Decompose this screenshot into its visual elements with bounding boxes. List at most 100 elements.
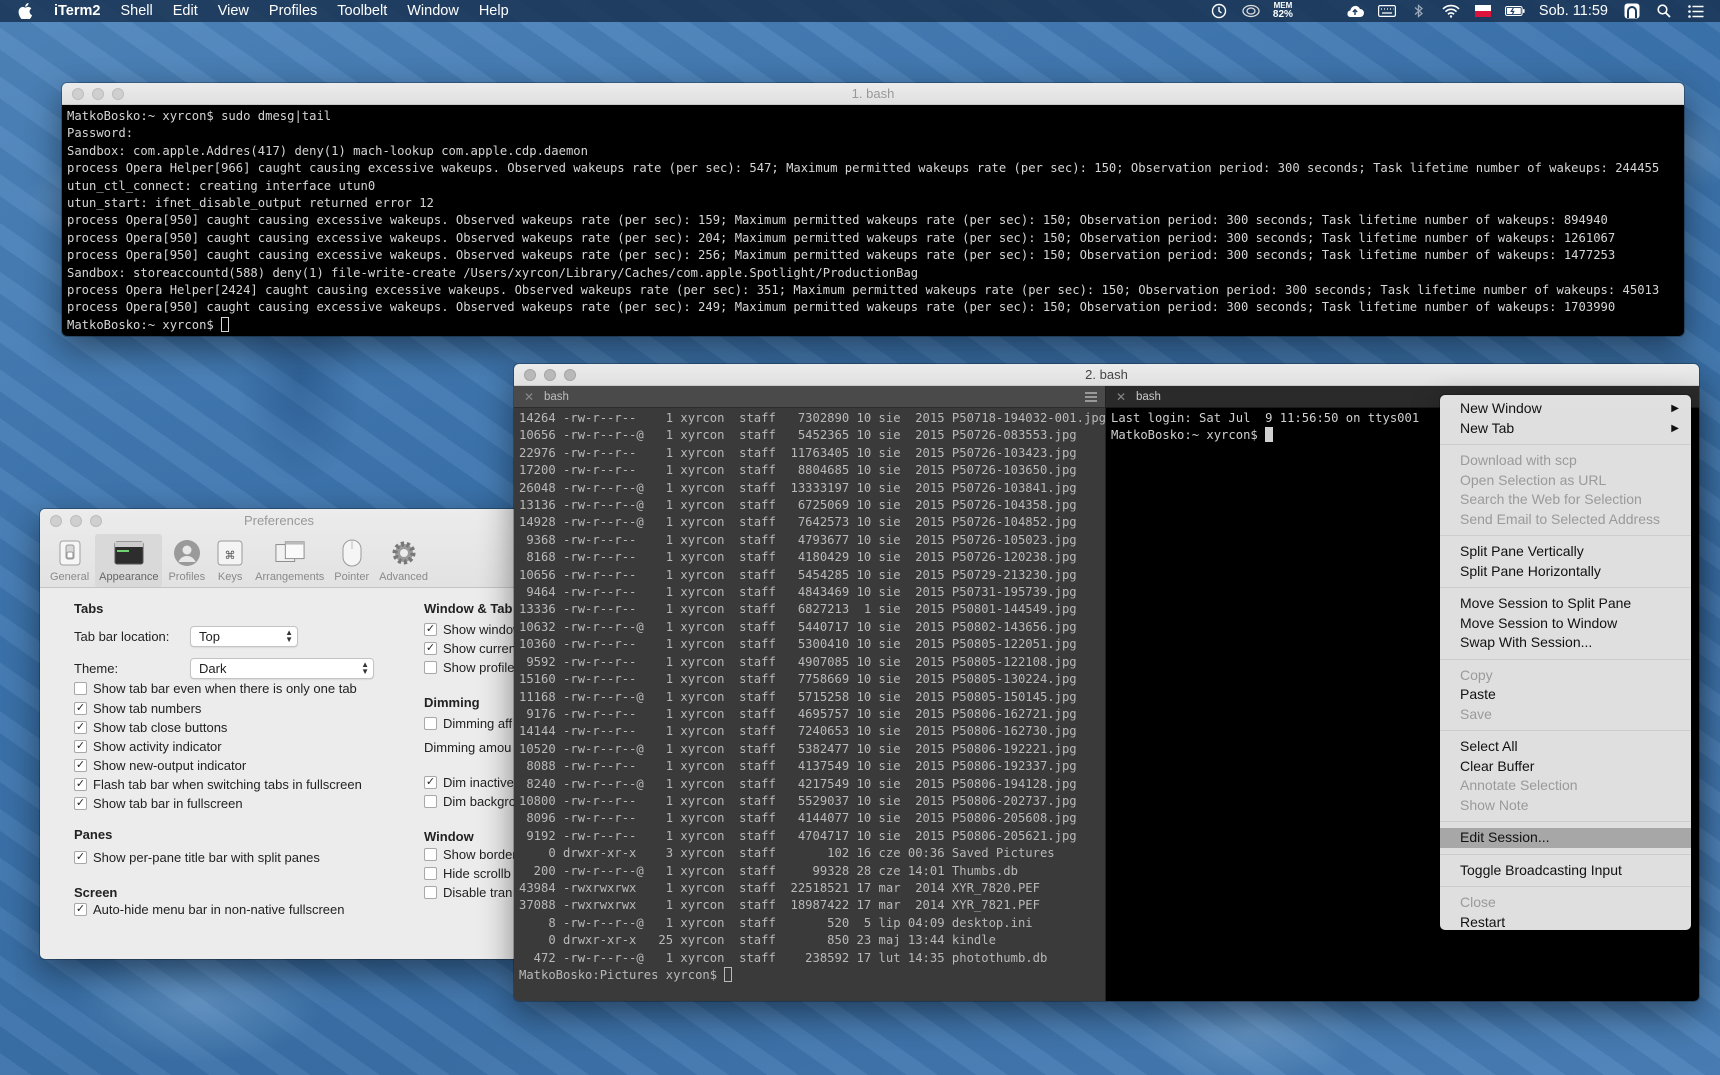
checkbox[interactable] <box>74 682 87 695</box>
file-listing-line: 8240 -rw-r--r--@ 1 xyrcon staff 4217549 … <box>519 776 1077 791</box>
tab-bar-location-select[interactable]: Top ▲ ▼ <box>190 626 298 647</box>
menubar-clock[interactable]: Sob. 11:59 <box>1539 3 1608 19</box>
tab-option-checkbox-row[interactable]: Show tab bar even when there is only one… <box>74 681 357 696</box>
checkbox[interactable]: ✓ <box>74 721 87 734</box>
checkbox[interactable] <box>424 661 437 674</box>
checkbox[interactable]: ✓ <box>74 903 87 916</box>
tab-option-checkbox-row[interactable]: ✓ Show new-output indicator <box>74 758 246 773</box>
checkbox[interactable] <box>424 717 437 730</box>
checkbox[interactable]: ✓ <box>74 851 87 864</box>
close-pane-icon[interactable]: ✕ <box>1116 386 1126 408</box>
minimize-button[interactable] <box>92 88 104 100</box>
spotlight-search-icon[interactable] <box>1654 3 1674 19</box>
terminal-output[interactable]: MatkoBosko:~ xyrcon$ sudo dmesg|tail Pass… <box>62 105 1684 336</box>
window-titlebar[interactable]: 1. bash <box>62 83 1684 105</box>
checkbox[interactable] <box>424 867 437 880</box>
checkbox[interactable]: ✓ <box>74 797 87 810</box>
tab-profiles[interactable]: Profiles <box>164 534 209 587</box>
creative-cloud-icon[interactable] <box>1241 3 1261 19</box>
keyboard-icon[interactable] <box>1377 3 1397 19</box>
tab-pointer[interactable]: Pointer <box>330 534 373 587</box>
checkbox[interactable]: ✓ <box>424 642 437 655</box>
menu-view[interactable]: View <box>208 0 259 22</box>
theme-select[interactable]: Dark ▲ ▼ <box>190 658 374 679</box>
cloud-upload-icon[interactable] <box>1345 3 1365 19</box>
checkbox[interactable]: ✓ <box>74 778 87 791</box>
menu-shell[interactable]: Shell <box>110 0 162 22</box>
tab-option-checkbox-row[interactable]: ✓ Show tab numbers <box>74 701 201 716</box>
zoom-button[interactable] <box>112 88 124 100</box>
tab-arrangements[interactable]: Arrangements <box>251 534 328 587</box>
menu-item-select-all[interactable]: Select All <box>1440 737 1691 757</box>
close-button[interactable] <box>72 88 84 100</box>
file-listing-line: 9192 -rw-r--r-- 1 xyrcon staff 4704717 1… <box>519 828 1077 843</box>
window-option-checkbox-row[interactable]: Hide scrollb <box>424 866 511 881</box>
menu-item-new-window[interactable]: New Window ▶ <box>1440 399 1691 419</box>
menu-edit[interactable]: Edit <box>163 0 208 22</box>
checkbox[interactable]: ✓ <box>74 702 87 715</box>
checkbox[interactable] <box>424 795 437 808</box>
menu-item-new-tab[interactable]: New Tab ▶ <box>1440 419 1691 439</box>
file-listing-line: 14264 -rw-r--r-- 1 xyrcon staff 7302890 … <box>519 411 1105 425</box>
checkbox[interactable] <box>424 886 437 899</box>
checkbox[interactable]: ✓ <box>74 759 87 772</box>
pane-menu-icon[interactable] <box>1085 392 1097 402</box>
dim-option-checkbox-row[interactable]: Dim backgro <box>424 794 516 809</box>
dim-option-checkbox-row[interactable]: ✓ Dim inactive <box>424 775 514 790</box>
wifi-icon[interactable] <box>1441 3 1461 19</box>
menu-item-move-session-to-split-pane[interactable]: Move Session to Split Pane <box>1440 594 1691 614</box>
tab-option-checkbox-row[interactable]: ✓ Show activity indicator <box>74 739 222 754</box>
minimize-button[interactable] <box>544 369 556 381</box>
memory-monitor[interactable]: MEM 82% <box>1273 2 1293 20</box>
menu-help[interactable]: Help <box>469 0 519 22</box>
close-button[interactable] <box>524 369 536 381</box>
zoom-button[interactable] <box>564 369 576 381</box>
window-tab-option-checkbox-row[interactable]: ✓ Show current <box>424 641 518 656</box>
menu-app-iterm2[interactable]: iTerm2 <box>40 0 110 22</box>
menu-item-restart[interactable]: Restart <box>1440 913 1691 933</box>
checkbox[interactable]: ✓ <box>424 776 437 789</box>
menu-item-split-pane-vertically[interactable]: Split Pane Vertically <box>1440 542 1691 562</box>
tab-general[interactable]: General <box>46 534 93 587</box>
menu-item-swap-with-session[interactable]: Swap With Session... <box>1440 633 1691 653</box>
tab-option-checkbox-row[interactable]: ✓ Flash tab bar when switching tabs in fu… <box>74 777 362 792</box>
tab-option-checkbox-row[interactable]: ✓ Show tab close buttons <box>74 720 227 735</box>
menu-item-toggle-broadcasting-input[interactable]: Toggle Broadcasting Input <box>1440 861 1691 881</box>
pane-title-bar[interactable]: ✕ bash <box>514 386 1105 408</box>
auto-hide-menu-bar-checkbox[interactable]: ✓ Auto-hide menu bar in non-native fulls… <box>74 902 344 917</box>
window-option-checkbox-row[interactable]: Disable tran <box>424 885 512 900</box>
dimming-affects-checkbox[interactable]: Dimming aff <box>424 716 512 731</box>
menu-item-split-pane-horizontally[interactable]: Split Pane Horizontally <box>1440 562 1691 582</box>
checkbox[interactable] <box>424 848 437 861</box>
checkbox-label: Show tab bar in fullscreen <box>93 796 243 811</box>
battery-icon[interactable] <box>1504 3 1525 19</box>
checkbox[interactable]: ✓ <box>74 740 87 753</box>
tab-option-checkbox-row[interactable]: ✓ Show tab bar in fullscreen <box>74 796 243 811</box>
tab-advanced[interactable]: Advanced <box>375 534 432 587</box>
window-tab-option-checkbox-row[interactable]: Show profile <box>424 660 515 675</box>
per-pane-title-bar-checkbox[interactable]: ✓ Show per-pane title bar with split pan… <box>74 850 320 865</box>
checkbox-label: Show border <box>443 847 517 862</box>
apple-menu-icon[interactable] <box>18 0 40 22</box>
window-tab-option-checkbox-row[interactable]: ✓ Show window <box>424 622 518 637</box>
window-option-checkbox-row[interactable]: Show border <box>424 847 517 862</box>
notification-center-icon[interactable] <box>1686 3 1706 19</box>
checkbox[interactable]: ✓ <box>424 623 437 636</box>
menu-profiles[interactable]: Profiles <box>259 0 327 22</box>
window-titlebar[interactable]: 2. bash <box>514 364 1699 386</box>
bluetooth-icon[interactable] <box>1409 3 1429 19</box>
close-pane-icon[interactable]: ✕ <box>524 386 534 408</box>
input-source-flag-icon[interactable] <box>1473 3 1493 19</box>
menu-item-move-session-to-window[interactable]: Move Session to Window <box>1440 614 1691 634</box>
menu-item-clear-buffer[interactable]: Clear Buffer <box>1440 757 1691 777</box>
menu-toolbelt[interactable]: Toolbelt <box>327 0 397 22</box>
time-machine-icon[interactable] <box>1209 3 1229 19</box>
context-menu: New Window ▶ New Tab ▶ Download with scp Open… <box>1440 395 1691 930</box>
tab-keys[interactable]: ⌘ Keys <box>211 534 249 587</box>
terminal-output[interactable]: 14264 -rw-r--r-- 1 xyrcon staff 7302890 … <box>514 408 1105 986</box>
tab-appearance[interactable]: Appearance <box>95 534 163 587</box>
menu-item-paste[interactable]: Paste <box>1440 685 1691 705</box>
user-account-icon[interactable] <box>1622 3 1642 19</box>
menu-item-edit-session[interactable]: Edit Session... <box>1440 828 1691 848</box>
menu-window[interactable]: Window <box>397 0 469 22</box>
